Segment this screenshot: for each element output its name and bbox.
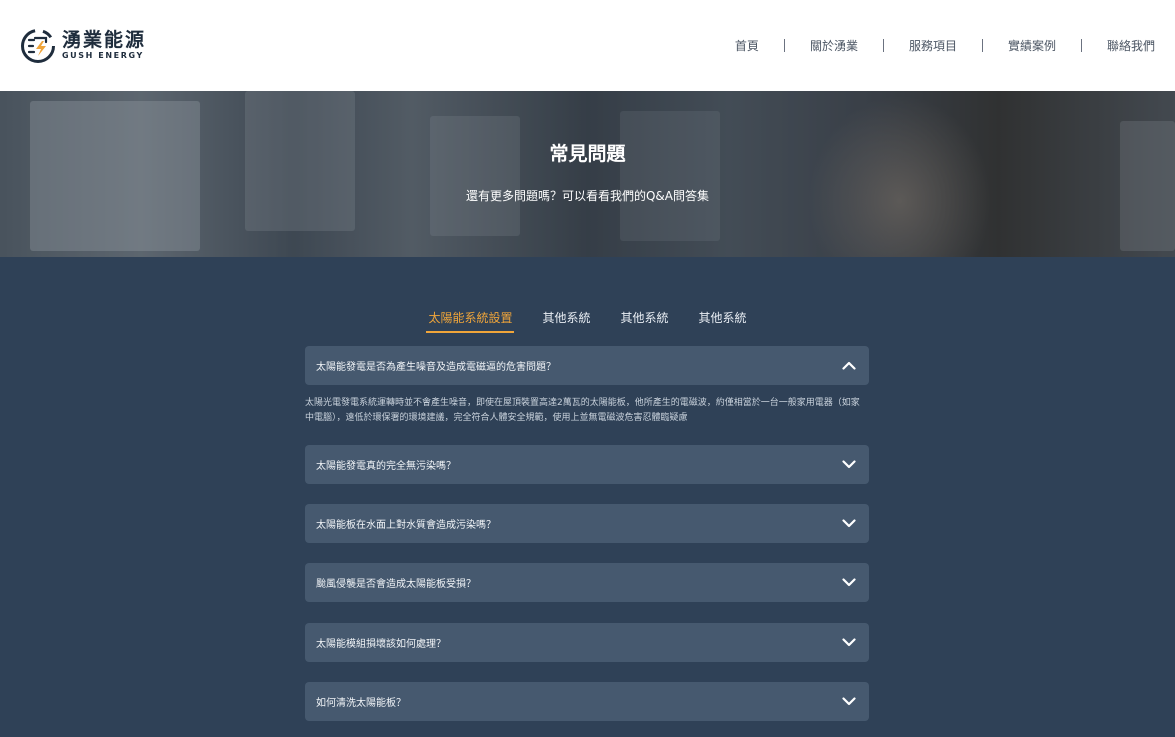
nav-divider [981,39,983,52]
faq-tabs: 太陽能系統設置 其他系統 其他系統 其他系統 [0,309,1175,333]
faq-question: 颱風侵襲是否會造成太陽能板受損？ [316,579,476,590]
faq-question: 太陽能板在水面上對水質會造成污染嗎？ [316,520,496,531]
chevron-down-icon[interactable] [841,516,857,532]
chevron-down-icon[interactable] [841,457,857,473]
chevron-up-icon[interactable] [841,358,857,374]
tab-other-system-3[interactable]: 其他系統 [699,309,747,333]
faq-item: 太陽能模組損壞該如何處理？ [305,623,869,662]
hero-title: 常見問題 [549,143,626,165]
tab-other-system-1[interactable]: 其他系統 [542,309,590,333]
faq-question-header[interactable]: 太陽能發電是否為產生噪音及造成電磁逼的危害問題？ [305,346,869,385]
main-nav: 首頁 關於湧業 服務項目 實績案例 聯絡我們 [735,37,1155,54]
faq-item: 颱風侵襲是否會造成太陽能板受損？ [305,563,869,602]
faq-item: 太陽能發電是否為產生噪音及造成電磁逼的危害問題？ 太陽光電發電系統運轉時並不會產… [305,346,869,426]
chevron-down-icon[interactable] [841,694,857,710]
nav-item-about[interactable]: 關於湧業 [810,37,858,54]
faq-question: 如何清洗太陽能板？ [316,698,406,709]
nav-item-contact[interactable]: 聯絡我們 [1107,37,1155,54]
faq-question: 太陽能發電是否為產生噪音及造成電磁逼的危害問題？ [316,362,556,373]
nav-item-home[interactable]: 首頁 [735,37,759,54]
faq-question-header[interactable]: 如何清洗太陽能板？ [305,682,869,721]
chevron-down-icon[interactable] [841,635,857,651]
hero-banner: 常見問題 還有更多問題嗎？可以看看我們的Q&A問答集 [0,91,1175,257]
logo[interactable]: 湧業能源 GUSH ENERGY [20,28,146,64]
logo-name-en: GUSH ENERGY [62,51,144,60]
nav-divider [783,39,785,52]
logo-lightning-icon [20,28,56,64]
nav-item-services[interactable]: 服務項目 [909,37,957,54]
nav-item-cases[interactable]: 實績案例 [1008,37,1056,54]
faq-item: 如何清洗太陽能板？ [305,682,869,721]
faq-question-header[interactable]: 太陽能板在水面上對水質會造成污染嗎？ [305,504,869,543]
faq-item: 太陽能發電真的完全無污染嗎？ [305,445,869,484]
faq-question-header[interactable]: 太陽能模組損壞該如何處理？ [305,623,869,662]
chevron-down-icon[interactable] [841,575,857,591]
tab-solar-system[interactable]: 太陽能系統設置 [426,309,515,333]
hero-subtitle: 還有更多問題嗎？可以看看我們的Q&A問答集 [465,189,709,203]
hero-overlay [0,91,1175,257]
faq-answer: 太陽光電發電系統運轉時並不會產生噪音，即使在屋頂裝置高達2萬瓦的太陽能板，他所產… [305,398,860,423]
faq-question: 太陽能發電真的完全無污染嗎？ [316,461,456,472]
logo-name-zh: 湧業能源 [62,29,147,51]
faq-question: 太陽能模組損壞該如何處理？ [316,639,446,650]
nav-divider [1080,39,1082,52]
tab-other-system-2[interactable]: 其他系統 [621,309,669,333]
faq-item: 太陽能板在水面上對水質會造成污染嗎？ [305,504,869,543]
nav-divider [882,39,884,52]
site-header: 湧業能源 GUSH ENERGY 首頁 關於湧業 服務項目 實績案例 聯絡我們 [0,0,1175,91]
faq-question-header[interactable]: 颱風侵襲是否會造成太陽能板受損？ [305,563,869,602]
faq-question-header[interactable]: 太陽能發電真的完全無污染嗎？ [305,445,869,484]
